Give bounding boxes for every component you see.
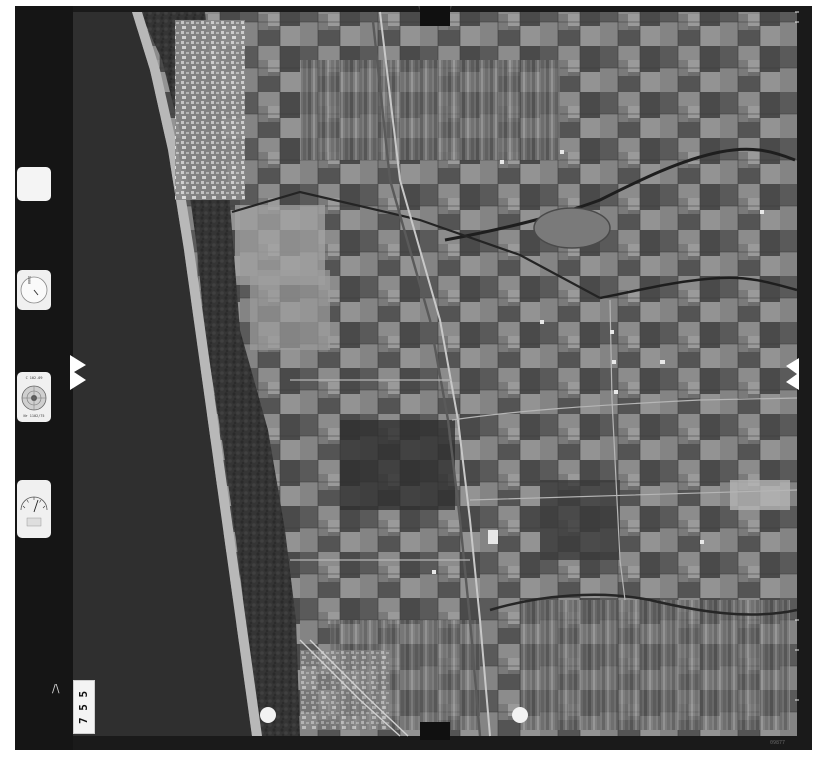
oval-feature	[533, 207, 611, 249]
altimeter-label: 1000	[27, 275, 32, 285]
town	[175, 20, 245, 200]
bottom-dot-right	[512, 707, 528, 723]
pencil-mark: /\	[52, 682, 60, 695]
aerial-photograph	[0, 0, 819, 762]
frame-number-label: 7 5 5	[73, 680, 95, 734]
town-south	[300, 650, 390, 730]
blank-instrument-plate	[17, 167, 51, 201]
light-field-2	[250, 270, 330, 350]
strip-fields-north	[300, 60, 560, 160]
fiducial-mark-top-notch	[420, 6, 450, 26]
dark-field	[340, 420, 455, 510]
camera-serial: Nr 1102/75	[23, 414, 45, 418]
fiducial-mark-bottom	[420, 722, 450, 740]
dark-field-2	[540, 480, 620, 560]
strip-fields-south	[520, 600, 790, 730]
altimeter-icon	[17, 270, 51, 310]
edge-code: 09877	[770, 740, 786, 746]
clock-gauge-icon	[17, 480, 51, 538]
camera-label: C 102.09	[25, 376, 43, 380]
bottom-dot-left	[260, 707, 276, 723]
light-field-3	[730, 480, 790, 510]
